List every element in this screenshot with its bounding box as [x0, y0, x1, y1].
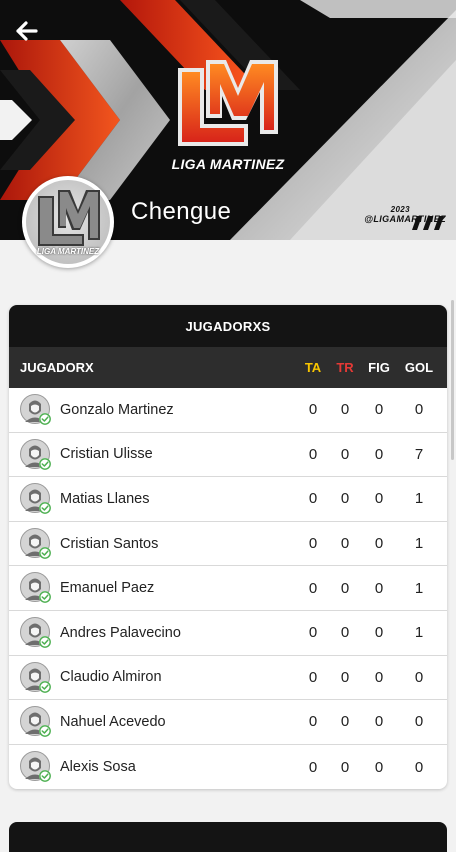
league-logo: LIGA MARTINEZ — [166, 54, 290, 178]
player-avatar — [20, 572, 52, 604]
table-row[interactable]: Cristian Santos 0 0 0 1 — [9, 522, 447, 567]
table-row[interactable]: Alexis Sosa 0 0 0 0 — [9, 745, 447, 789]
player-name: Claudio Almiron — [60, 669, 162, 686]
user-avatar-icon — [20, 616, 51, 648]
table-row[interactable]: Claudio Almiron 0 0 0 0 — [9, 656, 447, 701]
league-logo-text: LIGA MARTINEZ — [171, 156, 285, 172]
player-ta: 0 — [308, 401, 318, 419]
player-tr: 0 — [340, 579, 350, 597]
user-avatar-icon — [20, 750, 51, 782]
team-avatar-caption: LIGA MARTINEZ — [36, 247, 100, 256]
table-row[interactable]: Emanuel Paez 0 0 0 1 — [9, 566, 447, 611]
player-fig: 0 — [374, 401, 384, 419]
player-gol: 0 — [414, 758, 424, 776]
player-gol: 1 — [414, 490, 424, 508]
player-name: Gonzalo Martinez — [60, 401, 174, 418]
player-ta: 0 — [308, 758, 318, 776]
header-ta: TA — [304, 360, 322, 375]
player-gol: 7 — [414, 445, 424, 463]
player-gol: 1 — [414, 624, 424, 642]
user-avatar-icon — [20, 706, 51, 738]
player-gol: 0 — [414, 401, 424, 419]
player-name: Andres Palavecino — [60, 624, 181, 641]
player-name: Matias Llanes — [60, 490, 150, 507]
player-name: Alexis Sosa — [60, 759, 136, 776]
players-table-title: JUGADORXS — [9, 305, 447, 347]
player-ta: 0 — [308, 624, 318, 642]
player-fig: 0 — [374, 713, 384, 731]
team-name: Chengue — [131, 198, 232, 225]
header-fig: FIG — [368, 360, 390, 375]
table-row[interactable]: Andres Palavecino 0 0 0 1 — [9, 611, 447, 656]
player-tr: 0 — [340, 535, 350, 553]
player-ta: 0 — [308, 713, 318, 731]
player-fig: 0 — [374, 668, 384, 686]
player-tr: 0 — [340, 490, 350, 508]
header-tr: TR — [336, 360, 354, 375]
player-fig: 0 — [374, 624, 384, 642]
user-avatar-icon — [20, 394, 51, 425]
table-row[interactable]: Matias Llanes 0 0 0 1 — [9, 477, 447, 522]
player-gol: 0 — [414, 713, 424, 731]
player-avatar — [20, 750, 52, 783]
table-row[interactable]: Nahuel Acevedo 0 0 0 0 — [9, 700, 447, 745]
player-ta: 0 — [308, 490, 318, 508]
player-fig: 0 — [374, 490, 384, 508]
league-logo-mark — [178, 60, 278, 146]
player-gol: 0 — [414, 668, 424, 686]
player-tr: 0 — [340, 668, 350, 686]
player-tr: 0 — [340, 401, 350, 419]
player-tr: 0 — [340, 758, 350, 776]
user-avatar-icon — [20, 483, 51, 515]
player-name: Cristian Ulisse — [60, 446, 153, 463]
user-avatar-icon — [20, 572, 51, 604]
player-tr: 0 — [340, 445, 350, 463]
user-avatar-icon — [20, 438, 51, 470]
player-fig: 0 — [374, 758, 384, 776]
page-scrollbar[interactable] — [451, 300, 454, 460]
table-row[interactable]: Gonzalo Martinez 0 0 0 0 — [9, 388, 447, 433]
player-fig: 0 — [374, 579, 384, 597]
league-handle: 2023 @LIGAMARTINEZ — [364, 205, 446, 224]
team-avatar-logo — [38, 190, 100, 246]
player-avatar — [20, 616, 52, 649]
header-gol: GOL — [404, 360, 434, 375]
player-avatar — [20, 661, 52, 694]
player-avatar — [20, 706, 52, 738]
league-handle-text: @LIGAMARTINEZ — [364, 214, 446, 224]
season-year: 2023 — [390, 205, 410, 214]
player-avatar — [20, 438, 52, 471]
player-name: Emanuel Paez — [60, 580, 155, 597]
user-avatar-icon — [20, 661, 51, 693]
player-ta: 0 — [308, 535, 318, 553]
player-avatar — [20, 394, 52, 426]
team-avatar-image: LIGA MARTINEZ — [26, 180, 110, 264]
players-table-header: JUGADORX TA TR FIG GOL — [9, 347, 447, 388]
player-avatar — [20, 483, 52, 515]
player-name: Nahuel Acevedo — [60, 713, 166, 730]
player-avatar — [20, 527, 52, 560]
players-table-body: Gonzalo Martinez 0 0 0 0 Cristian Ulisse… — [9, 388, 447, 789]
table-row[interactable]: Cristian Ulisse 0 0 0 7 — [9, 433, 447, 478]
header-player: JUGADORX — [20, 360, 94, 375]
next-section-card — [9, 822, 447, 852]
player-ta: 0 — [308, 445, 318, 463]
back-button[interactable] — [12, 16, 42, 46]
player-name: Cristian Santos — [60, 535, 159, 552]
team-avatar: LIGA MARTINEZ — [22, 176, 114, 268]
user-avatar-icon — [20, 527, 51, 559]
player-fig: 0 — [374, 445, 384, 463]
players-table-card: JUGADORXS JUGADORX TA TR FIG GOL Gonzalo… — [9, 305, 447, 789]
arrow-left-icon — [16, 21, 38, 41]
player-fig: 0 — [374, 535, 384, 553]
player-ta: 0 — [308, 579, 318, 597]
player-gol: 1 — [414, 535, 424, 553]
player-gol: 1 — [414, 579, 424, 597]
player-ta: 0 — [308, 668, 318, 686]
player-tr: 0 — [340, 624, 350, 642]
player-tr: 0 — [340, 713, 350, 731]
